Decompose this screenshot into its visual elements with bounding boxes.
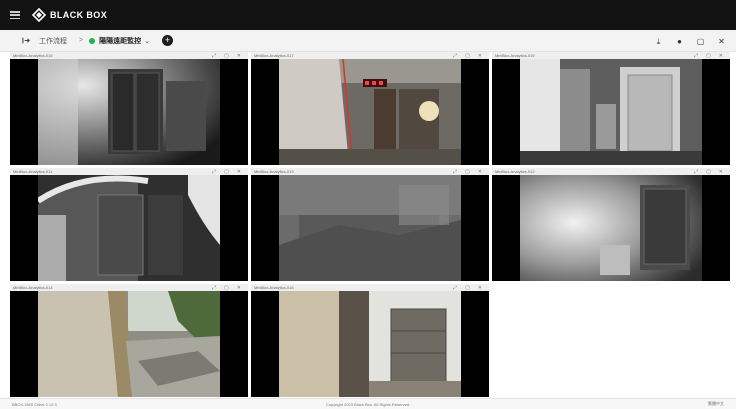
camera-feed: [279, 59, 461, 165]
close-icon[interactable]: ✕: [478, 285, 482, 291]
snapshot-icon[interactable]: ▢: [706, 169, 711, 175]
snapshot-icon[interactable]: ▢: [706, 53, 711, 59]
fullscreen-icon[interactable]: ⤢: [453, 53, 457, 59]
footer-copyright: Copyright 2023 Black Box. All Rights Res…: [325, 401, 411, 407]
snapshot-icon[interactable]: ▢: [224, 169, 229, 175]
camera-title: MiniBox-Analytics-012: [495, 169, 535, 174]
top-bar: BLACK BOX: [0, 0, 736, 30]
camera-feed: [279, 175, 461, 281]
close-icon[interactable]: ✕: [478, 53, 482, 59]
brand-name: BLACK BOX: [50, 10, 108, 20]
close-icon[interactable]: ✕: [237, 285, 241, 291]
online-status-indicator: [89, 37, 96, 44]
tile-header: MiniBox-Analytics-011 ⤢ ▢ ✕: [10, 168, 248, 175]
camera-grid: MiniBox-Analytics-015 ⤢ ▢ ✕ MiniBox-Analyt…: [10, 52, 730, 398]
export-icon[interactable]: [22, 36, 31, 45]
camera-feed: [38, 175, 220, 281]
fullscreen-icon[interactable]: ⤢: [212, 53, 216, 59]
close-icon[interactable]: ✕: [237, 169, 241, 175]
brand-mark-icon: [32, 8, 46, 22]
tile-header: MiniBox-Analytics-012 ⤢ ▢ ✕: [492, 168, 730, 175]
camera-tile[interactable]: MiniBox-Analytics-011 ⤢ ▢ ✕: [10, 168, 248, 281]
chevron-down-icon: ⌄: [144, 37, 150, 45]
camera-feed: [38, 291, 220, 397]
camera-title: MiniBox-Analytics-017: [254, 53, 294, 58]
fullscreen-icon[interactable]: ⤢: [212, 169, 216, 175]
camera-feed: [520, 175, 702, 281]
close-icon[interactable]: ✕: [237, 53, 241, 59]
breadcrumb-root[interactable]: 工作流程: [39, 36, 67, 46]
status-footer: BBOX-VMS Client 2.10.3 Copyright 2023 Bl…: [0, 398, 736, 409]
camera-title: MiniBox-Analytics-014: [13, 285, 53, 290]
download-icon[interactable]: ⤓: [654, 37, 663, 46]
camera-title: MiniBox-Analytics-011: [13, 169, 53, 174]
camera-title: MiniBox-Analytics-019: [495, 53, 535, 58]
fullscreen-icon[interactable]: ⤢: [453, 285, 457, 291]
close-icon[interactable]: ✕: [719, 53, 723, 59]
layout-selector[interactable]: 陽陽遠距監控 ⌄: [99, 36, 150, 46]
fullscreen-icon[interactable]: ⤢: [694, 53, 698, 59]
tile-header: MiniBox-Analytics-014 ⤢ ▢ ✕: [10, 284, 248, 291]
camera-tile[interactable]: MiniBox-Analytics-012 ⤢ ▢ ✕: [492, 168, 730, 281]
camera-title: MiniBox-Analytics-016: [254, 285, 294, 290]
close-icon[interactable]: ✕: [719, 169, 723, 175]
snapshot-icon[interactable]: ▢: [224, 285, 229, 291]
camera-tile[interactable]: MiniBox-Analytics-016 ⤢ ▢ ✕: [251, 284, 489, 397]
close-icon[interactable]: ✕: [717, 37, 726, 46]
menu-icon[interactable]: [10, 11, 20, 19]
breadcrumb-separator: >: [79, 37, 84, 44]
toolbar-actions: ⤓ ● ▢ ✕: [654, 30, 726, 52]
tile-header: MiniBox-Analytics-017 ⤢ ▢ ✕: [251, 52, 489, 59]
camera-title: MiniBox-Analytics-015: [13, 53, 53, 58]
bell-icon[interactable]: ●: [675, 37, 684, 46]
camera-tile[interactable]: MiniBox-Analytics-015 ⤢ ▢ ✕: [10, 52, 248, 165]
snapshot-icon[interactable]: ▢: [465, 285, 470, 291]
layout-name: 陽陽遠距監控: [99, 37, 142, 45]
fullscreen-icon[interactable]: ⤢: [453, 169, 457, 175]
brand-logo: BLACK BOX: [32, 8, 107, 22]
fullscreen-icon[interactable]: ⤢: [694, 169, 698, 175]
camera-tile[interactable]: MiniBox-Analytics-019 ⤢ ▢ ✕: [492, 52, 730, 165]
close-icon[interactable]: ✕: [478, 169, 482, 175]
camera-title: MiniBox-Analytics-013: [254, 169, 294, 174]
tile-header: MiniBox-Analytics-016 ⤢ ▢ ✕: [251, 284, 489, 291]
camera-feed: [38, 59, 220, 165]
snapshot-icon[interactable]: ▢: [224, 53, 229, 59]
camera-tile[interactable]: MiniBox-Analytics-013 ⤢ ▢ ✕: [251, 168, 489, 281]
camera-feed: [520, 59, 702, 165]
tile-header: MiniBox-Analytics-019 ⤢ ▢ ✕: [492, 52, 730, 59]
fullscreen-icon[interactable]: ⤢: [212, 285, 216, 291]
camera-tile[interactable]: MiniBox-Analytics-017 ⤢ ▢ ✕: [251, 52, 489, 165]
camera-feed: [279, 291, 461, 397]
layout-grid-icon[interactable]: ▢: [696, 37, 705, 46]
snapshot-icon[interactable]: ▢: [465, 169, 470, 175]
add-layout-button[interactable]: +: [161, 35, 173, 46]
vms-app-window: BLACK BOX 工作流程 > 陽陽遠距監控 ⌄ + ⤓ ● ▢ ✕ Mini…: [0, 0, 736, 409]
snapshot-icon[interactable]: ▢: [465, 53, 470, 59]
toolbar: 工作流程 > 陽陽遠距監控 ⌄ + ⤓ ● ▢ ✕: [0, 30, 736, 52]
camera-tile[interactable]: MiniBox-Analytics-014 ⤢ ▢ ✕: [10, 284, 248, 397]
tile-header: MiniBox-Analytics-015 ⤢ ▢ ✕: [10, 52, 248, 59]
tile-header: MiniBox-Analytics-013 ⤢ ▢ ✕: [251, 168, 489, 175]
